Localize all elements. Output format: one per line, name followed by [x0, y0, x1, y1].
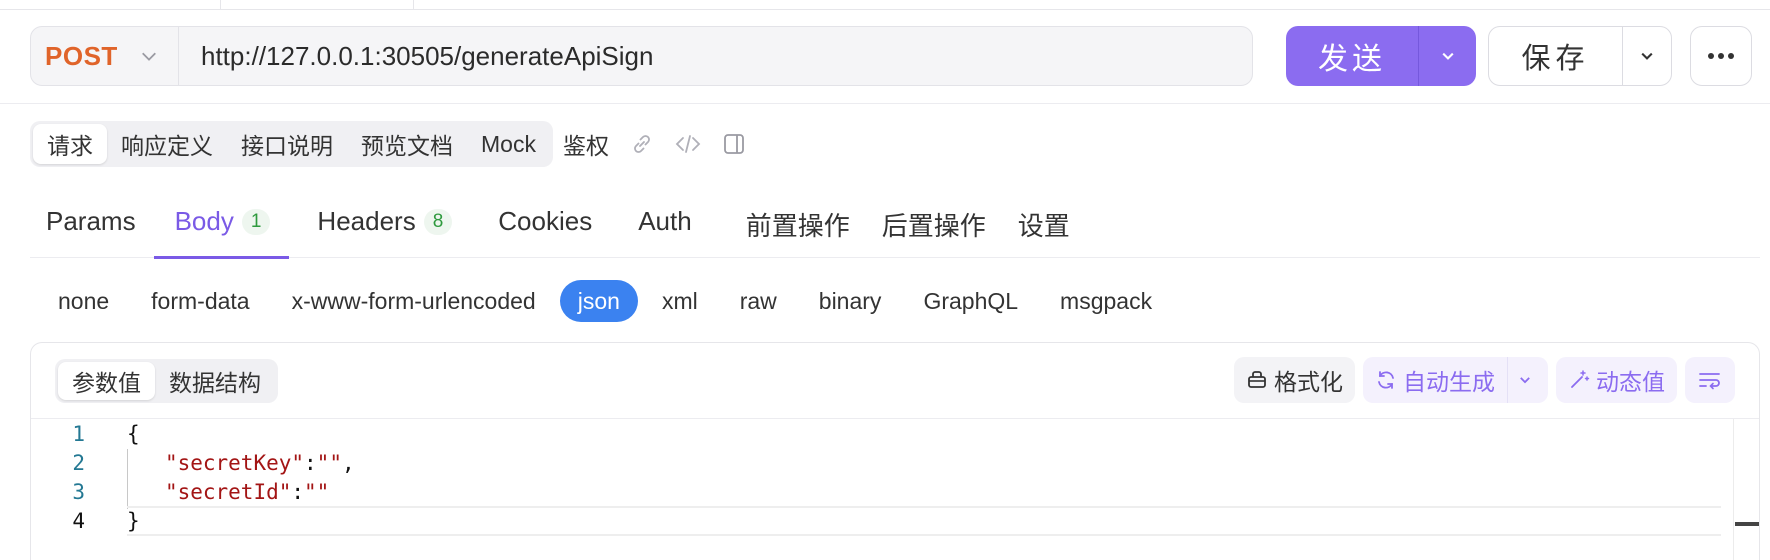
segment-api-description[interactable]: 接口说明 [227, 124, 347, 164]
link-icon[interactable] [629, 131, 655, 157]
auto-generate-button[interactable]: 自动生成 [1363, 357, 1548, 403]
body-type-none[interactable]: none [40, 280, 127, 322]
tab-edge [220, 0, 221, 10]
body-type-form-data[interactable]: form-data [133, 280, 267, 322]
tab-post-operations[interactable]: 后置操作 [866, 196, 1002, 258]
tab-label: Auth [638, 206, 692, 236]
section-segment-group: 请求 响应定义 接口说明 预览文档 Mock [30, 121, 553, 167]
segment-mock[interactable]: Mock [467, 124, 550, 164]
segment-auth[interactable]: 鉴权 [553, 127, 619, 161]
code-text: "secretId":"" [164, 480, 330, 504]
more-button[interactable] [1690, 26, 1752, 86]
tab-label: 设置 [1017, 211, 1070, 241]
code-icon[interactable] [675, 131, 701, 157]
tab-settings[interactable]: 设置 [1002, 196, 1086, 258]
body-type-binary[interactable]: binary [801, 280, 900, 322]
tab-label: Params [46, 206, 136, 236]
editor-mode-switch: 参数值 数据结构 [55, 359, 278, 403]
chevron-down-icon [1641, 52, 1653, 60]
auto-generate-dropdown[interactable] [1508, 373, 1548, 387]
send-button-label[interactable]: 发送 [1286, 26, 1419, 86]
method-label: POST [45, 40, 118, 71]
chevron-down-icon [1520, 377, 1530, 384]
send-dropdown[interactable] [1419, 26, 1476, 86]
body-tabs: Params Body 1 Headers 8 Cookies Auth 前置操… [30, 196, 1760, 259]
segment-preview-docs[interactable]: 预览文档 [347, 124, 467, 164]
save-button-label[interactable]: 保存 [1489, 27, 1623, 85]
url-box: POST http://127.0.0.1:30505/generateApiS… [30, 26, 1253, 86]
count-badge: 1 [241, 209, 271, 235]
tab-pre-operations[interactable]: 前置操作 [730, 196, 866, 258]
tab-label: Headers [317, 206, 416, 236]
dynamic-value-button[interactable]: 动态值 [1556, 357, 1677, 403]
segment-response-definition[interactable]: 响应定义 [107, 124, 227, 164]
code-area[interactable]: 1 { 2 "secretKey":"", 3 "secretId":"" 4 … [31, 419, 1759, 560]
format-button[interactable]: 格式化 [1234, 357, 1355, 403]
chevron-down-icon [1441, 52, 1454, 60]
line-number: 2 [72, 451, 85, 475]
chevron-down-icon [142, 52, 156, 61]
tab-label: Body [174, 206, 234, 236]
editor-actions: 格式化 自动生成 动态值 [1234, 357, 1735, 403]
save-button[interactable]: 保存 [1488, 26, 1672, 86]
mode-param-values[interactable]: 参数值 [58, 362, 155, 400]
tab-params[interactable]: Params [30, 196, 152, 258]
json-editor: 参数值 数据结构 格式化 自动生成 动态值 1 {2 "secretKey":… [30, 342, 1760, 560]
code-text: "secretKey":"", [164, 451, 355, 475]
tab-auth[interactable]: Auth [622, 196, 708, 258]
code-line: 1 { [31, 419, 1721, 449]
tab-edge [413, 0, 414, 10]
auto-generate-label: 自动生成 [1403, 369, 1495, 395]
code-line: 4 } [31, 506, 1721, 536]
scrollbar-marker [1735, 522, 1759, 526]
dynamic-value-label: 动态值 [1596, 369, 1665, 395]
format-label: 格式化 [1274, 369, 1343, 395]
request-bar: POST http://127.0.0.1:30505/generateApiS… [30, 26, 1760, 88]
mode-data-structure[interactable]: 数据结构 [155, 362, 275, 400]
panel-toggle-icon[interactable] [721, 131, 747, 157]
save-dropdown[interactable] [1623, 27, 1671, 85]
divider [0, 103, 1770, 104]
code-line: 2 "secretKey":"", [31, 448, 1721, 478]
editor-scrollbar[interactable] [1733, 419, 1759, 560]
segment-request[interactable]: 请求 [33, 124, 107, 164]
tab-label: Cookies [498, 206, 593, 236]
code-text: { [127, 422, 140, 446]
body-type-selector: none form-data x-www-form-urlencoded jso… [40, 280, 1176, 322]
body-type-graphql[interactable]: GraphQL [905, 280, 1036, 322]
code-text: } [127, 509, 140, 533]
body-type-json[interactable]: json [559, 280, 638, 322]
tab-body[interactable]: Body 1 [153, 196, 290, 259]
tab-cookies[interactable]: Cookies [482, 196, 608, 258]
tab-label: 前置操作 [745, 211, 850, 241]
body-type-raw[interactable]: raw [722, 280, 795, 322]
top-tab-strip [0, 0, 1770, 10]
line-number: 4 [72, 509, 85, 533]
line-number: 1 [72, 422, 85, 446]
section-switcher: 请求 响应定义 接口说明 预览文档 Mock 鉴权 [30, 121, 757, 167]
body-type-xml[interactable]: xml [644, 280, 716, 322]
url-input[interactable]: http://127.0.0.1:30505/generateApiSign [179, 41, 653, 72]
tab-label: 后置操作 [881, 211, 986, 241]
count-badge: 8 [423, 209, 453, 235]
more-icon [1708, 53, 1734, 59]
word-wrap-button[interactable] [1685, 357, 1735, 403]
code-line: 3 "secretId":"" [31, 477, 1721, 507]
line-number: 3 [72, 480, 85, 504]
tab-headers[interactable]: Headers 8 [301, 196, 468, 258]
body-type-msgpack[interactable]: msgpack [1042, 280, 1170, 322]
editor-toolbar: 参数值 数据结构 格式化 自动生成 动态值 [31, 343, 1759, 419]
body-type-x-www-form-urlencoded[interactable]: x-www-form-urlencoded [274, 280, 554, 322]
send-button[interactable]: 发送 [1286, 26, 1476, 86]
method-select[interactable]: POST [31, 27, 179, 85]
refresh-icon [1378, 371, 1394, 389]
magic-wand-icon [1571, 370, 1590, 388]
format-brush-icon [1248, 371, 1266, 388]
wrap-lines-icon [1699, 373, 1720, 390]
